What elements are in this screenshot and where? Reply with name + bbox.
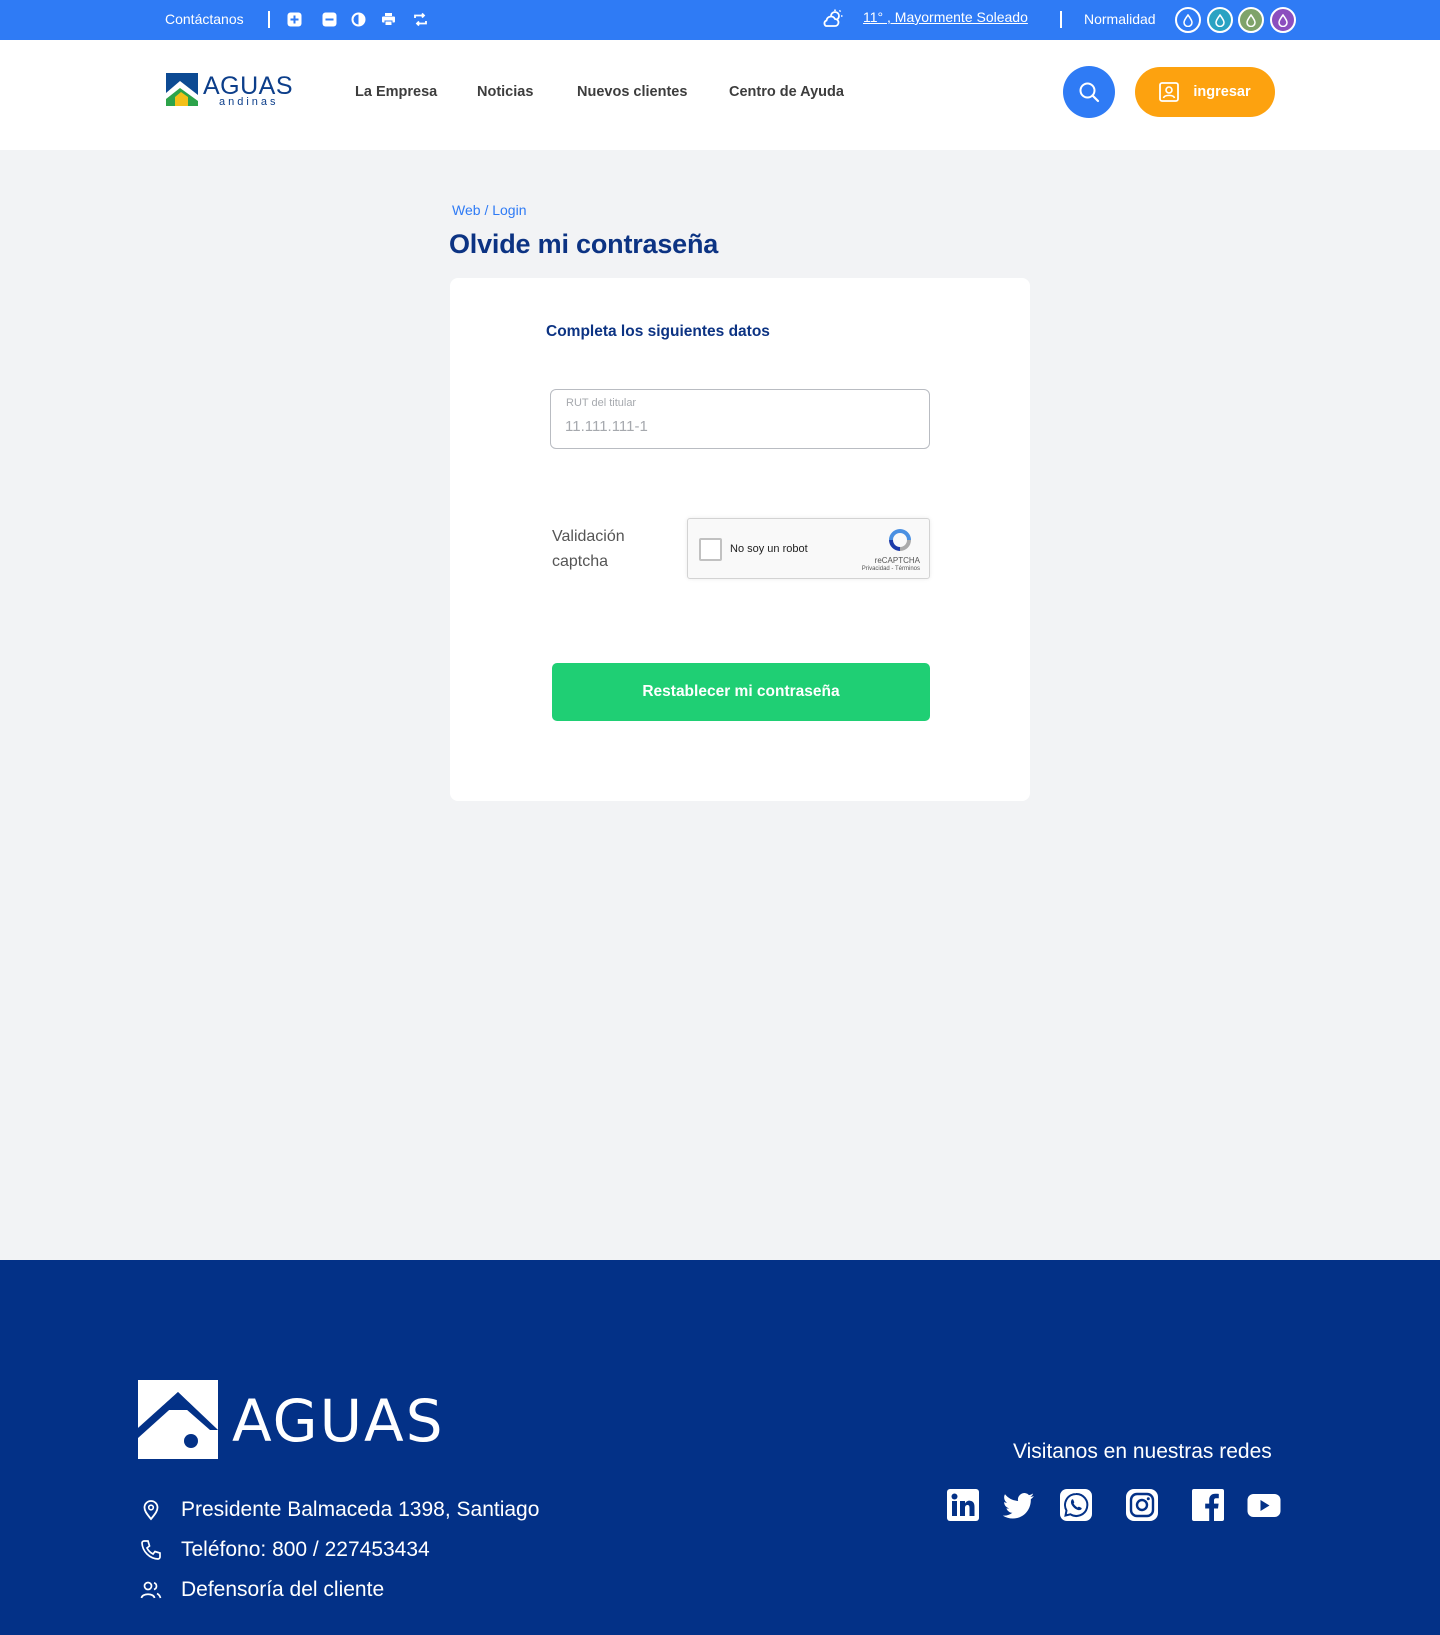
water-status-teal-icon[interactable]: [1207, 7, 1233, 33]
login-label: ingresar: [1193, 84, 1251, 100]
print-icon[interactable]: [381, 12, 396, 27]
divider: [1060, 11, 1062, 28]
top-utility-bar: Contáctanos 11° , Mayormente Soleado Nor…: [0, 0, 1440, 40]
zoom-in-icon[interactable]: [287, 12, 302, 27]
phone-text[interactable]: Teléfono: 800 / 227453434: [181, 1538, 430, 1562]
contact-link[interactable]: Contáctanos: [165, 11, 244, 27]
footer-logo-word: AGUAS: [232, 1387, 445, 1455]
aguas-andinas-logo[interactable]: AGUAS andinas: [166, 72, 293, 108]
footer-address: Presidente Balmaceda 1398, Santiago: [140, 1498, 539, 1522]
logo-mark-icon: [166, 73, 198, 106]
recaptcha-widget: No soy un robot reCAPTCHA Privacidad - T…: [687, 518, 930, 579]
weather-icon: [823, 9, 843, 27]
site-footer: AGUAS Presidente Balmaceda 1398, Santiag…: [0, 1260, 1440, 1635]
recaptcha-links[interactable]: Privacidad - Términos: [862, 566, 920, 572]
users-icon: [140, 1581, 162, 1599]
water-status-purple-icon[interactable]: [1270, 7, 1296, 33]
divider: [268, 11, 270, 28]
service-status: Normalidad: [1084, 11, 1156, 27]
defense-link[interactable]: Defensoría del cliente: [181, 1578, 384, 1602]
breadcrumb-separator: /: [484, 202, 489, 218]
rut-input[interactable]: [565, 414, 915, 438]
footer-logo-mark: [138, 1380, 218, 1459]
nav-nuevos-clientes[interactable]: Nuevos clientes: [577, 84, 687, 100]
search-button[interactable]: [1063, 66, 1115, 118]
user-icon: [1159, 82, 1180, 102]
page-title: Olvide mi contraseña: [449, 229, 719, 259]
reset-password-card: Completa los siguientes datos RUT del ti…: [450, 278, 1030, 801]
social-title: Visitanos en nuestras redes: [1013, 1440, 1272, 1463]
footer-phone: Teléfono: 800 / 227453434: [140, 1538, 430, 1562]
weather-link[interactable]: 11° , Mayormente Soleado: [863, 9, 1028, 25]
nav-centro-de-ayuda[interactable]: Centro de Ayuda: [729, 84, 844, 100]
instagram-icon[interactable]: [1125, 1488, 1159, 1522]
linkedin-icon[interactable]: [946, 1488, 980, 1522]
whatsapp-icon[interactable]: [1059, 1488, 1093, 1522]
rut-field[interactable]: RUT del titular: [550, 389, 930, 449]
contrast-icon[interactable]: [351, 12, 366, 27]
reset-password-button[interactable]: Restablecer mi contraseña: [552, 663, 930, 721]
recaptcha-text: No soy un robot: [730, 543, 808, 555]
address-text: Presidente Balmaceda 1398, Santiago: [181, 1498, 540, 1521]
captcha-label: Validación captcha: [552, 528, 625, 570]
breadcrumb-web[interactable]: Web: [452, 202, 481, 218]
nav-la-empresa[interactable]: La Empresa: [355, 84, 437, 100]
breadcrumb: Web / Login: [452, 202, 526, 218]
nav-noticias[interactable]: Noticias: [477, 84, 533, 100]
water-status-green-icon[interactable]: [1238, 7, 1264, 33]
recaptcha-brand: reCAPTCHA: [874, 556, 920, 565]
recaptcha-logo-icon: [889, 529, 911, 551]
twitter-icon[interactable]: [1002, 1488, 1036, 1522]
water-status-blue-icon[interactable]: [1175, 7, 1201, 33]
facebook-icon[interactable]: [1191, 1488, 1225, 1522]
form-subtitle: Completa los siguientes datos: [546, 323, 770, 340]
rut-label: RUT del titular: [566, 397, 637, 409]
zoom-out-icon[interactable]: [322, 12, 337, 27]
location-pin-icon: [143, 1500, 159, 1521]
breadcrumb-login[interactable]: Login: [492, 202, 526, 218]
recaptcha-checkbox[interactable]: [699, 538, 722, 561]
logo-word-bottom: andinas: [219, 96, 279, 108]
reset-icon[interactable]: [413, 12, 428, 27]
site-header: AGUAS andinas La Empresa Noticias Nuevos…: [0, 40, 1440, 150]
youtube-icon[interactable]: [1247, 1488, 1281, 1522]
footer-defense: Defensoría del cliente: [140, 1578, 384, 1602]
login-button[interactable]: ingresar: [1135, 67, 1275, 117]
footer-logo-icon: [138, 1380, 218, 1459]
phone-icon: [141, 1540, 161, 1560]
search-icon: [1079, 82, 1100, 103]
